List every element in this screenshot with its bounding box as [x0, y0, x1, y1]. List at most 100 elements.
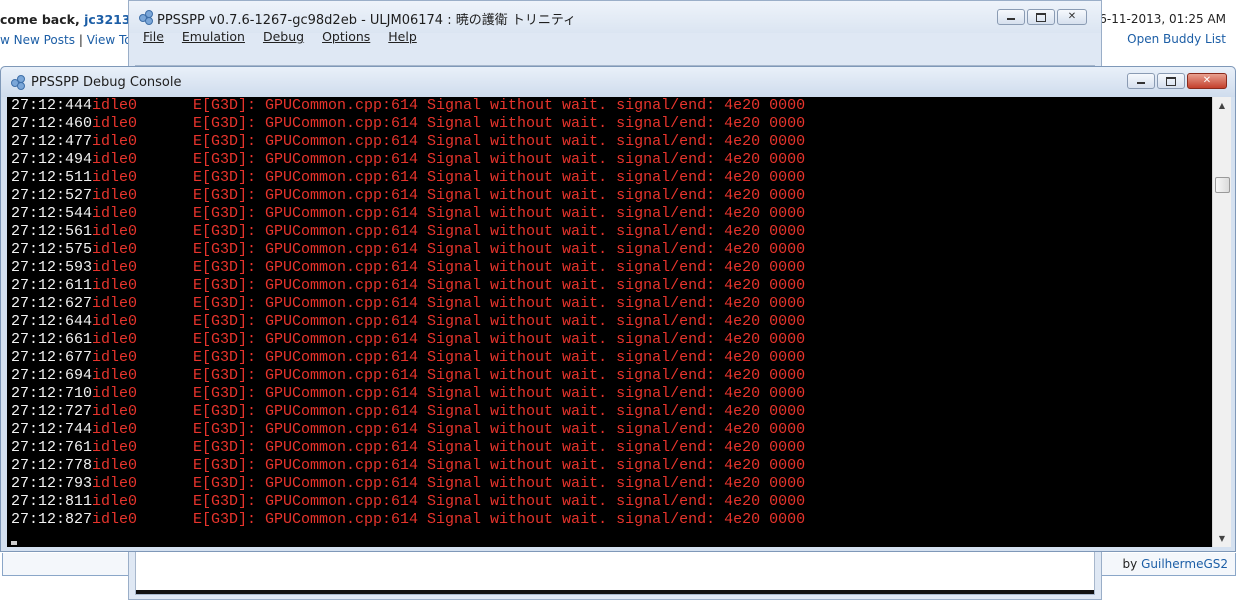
log-line: 27:12:694 idle0 E[G3D]: GPUCommon.cpp:614 … [7, 367, 1212, 385]
debug-console-window: PPSSPP Debug Console ✕ 27:12:444 idle0 E[G… [0, 66, 1236, 552]
log-timestamp: 27:12:494 [11, 151, 93, 168]
log-thread: idle0 [92, 151, 138, 168]
log-thread: idle0 [92, 187, 138, 204]
log-line: 27:12:677 idle0 E[G3D]: GPUCommon.cpp:614 … [7, 349, 1212, 367]
menu-help[interactable]: Help [388, 29, 417, 44]
log-timestamp: 27:12:727 [11, 403, 93, 420]
display-bottom-bar [136, 590, 1094, 594]
log-message: E[G3D]: GPUCommon.cpp:614 Signal without… [193, 115, 806, 132]
console-output[interactable]: 27:12:444 idle0 E[G3D]: GPUCommon.cpp:614 … [7, 97, 1212, 547]
main-window-controls: ✕ [997, 9, 1087, 25]
log-thread: idle0 [92, 277, 138, 294]
log-message: E[G3D]: GPUCommon.cpp:614 Signal without… [193, 385, 806, 402]
log-thread: idle0 [92, 367, 138, 384]
log-message: E[G3D]: GPUCommon.cpp:614 Signal without… [193, 313, 806, 330]
console-close-button[interactable]: ✕ [1187, 73, 1227, 89]
log-timestamp: 27:12:611 [11, 277, 93, 294]
log-message: E[G3D]: GPUCommon.cpp:614 Signal without… [193, 403, 806, 420]
log-message: E[G3D]: GPUCommon.cpp:614 Signal without… [193, 151, 806, 168]
open-buddy-list-link[interactable]: Open Buddy List [1099, 32, 1226, 46]
log-line: 27:12:511 idle0 E[G3D]: GPUCommon.cpp:614 … [7, 169, 1212, 187]
log-thread: idle0 [92, 475, 138, 492]
log-message: E[G3D]: GPUCommon.cpp:614 Signal without… [193, 295, 806, 312]
forum-links: w New Posts | View Tod [0, 33, 140, 47]
log-message: E[G3D]: GPUCommon.cpp:614 Signal without… [193, 277, 806, 294]
log-thread: idle0 [92, 205, 138, 222]
log-timestamp: 27:12:561 [11, 223, 93, 240]
log-thread: idle0 [92, 349, 138, 366]
log-line: 27:12:575 idle0 E[G3D]: GPUCommon.cpp:614 … [7, 241, 1212, 259]
author-link[interactable]: GuilhermeGS2 [1141, 557, 1228, 571]
log-thread: idle0 [92, 385, 138, 402]
log-line: 27:12:611 idle0 E[G3D]: GPUCommon.cpp:614 … [7, 277, 1212, 295]
minimize-button[interactable] [997, 9, 1025, 25]
log-timestamp: 27:12:761 [11, 439, 93, 456]
main-window-title: PPSSPP v0.7.6-1267-gc98d2eb - ULJM06174 … [157, 13, 577, 28]
scroll-thumb[interactable] [1215, 177, 1230, 193]
menu-debug[interactable]: Debug [263, 29, 304, 44]
console-window-title: PPSSPP Debug Console [31, 75, 182, 90]
menu-options[interactable]: Options [322, 29, 370, 44]
log-timestamp: 27:12:477 [11, 133, 93, 150]
log-line: 27:12:744 idle0 E[G3D]: GPUCommon.cpp:614 … [7, 421, 1212, 439]
new-posts-link[interactable]: w New Posts [0, 33, 75, 47]
log-line: 27:12:793 idle0 E[G3D]: GPUCommon.cpp:614 … [7, 475, 1212, 493]
log-timestamp: 27:12:778 [11, 457, 93, 474]
log-message: E[G3D]: GPUCommon.cpp:614 Signal without… [193, 331, 806, 348]
log-thread: idle0 [92, 493, 138, 510]
scroll-up-arrow-icon[interactable]: ▲ [1213, 97, 1231, 114]
log-thread: idle0 [92, 439, 138, 456]
console-cursor [11, 541, 17, 545]
log-timestamp: 27:12:661 [11, 331, 93, 348]
console-maximize-button[interactable] [1157, 73, 1185, 89]
log-line: 27:12:710 idle0 E[G3D]: GPUCommon.cpp:614 … [7, 385, 1212, 403]
log-timestamp: 27:12:677 [11, 349, 93, 366]
close-button[interactable]: ✕ [1057, 9, 1087, 25]
forum-by-line: by GuilhermeGS2 [1122, 557, 1228, 571]
console-scrollbar[interactable]: ▲ ▼ [1212, 97, 1231, 547]
log-timestamp: 27:12:694 [11, 367, 93, 384]
log-timestamp: 27:12:827 [11, 511, 93, 528]
log-thread: idle0 [92, 313, 138, 330]
log-message: E[G3D]: GPUCommon.cpp:614 Signal without… [193, 493, 806, 510]
minimize-icon [1137, 82, 1145, 84]
log-line: 27:12:627 idle0 E[G3D]: GPUCommon.cpp:614 … [7, 295, 1212, 313]
log-line: 27:12:761 idle0 E[G3D]: GPUCommon.cpp:614 … [7, 439, 1212, 457]
log-thread: idle0 [92, 259, 138, 276]
ppsspp-icon [11, 75, 25, 90]
maximize-button[interactable] [1027, 9, 1055, 25]
log-timestamp: 27:12:544 [11, 205, 93, 222]
close-icon: ✕ [1067, 11, 1077, 22]
log-timestamp: 27:12:744 [11, 421, 93, 438]
log-lines: 27:12:444 idle0 E[G3D]: GPUCommon.cpp:614 … [7, 97, 1212, 529]
menu-file[interactable]: File [143, 29, 164, 44]
menu-emulation[interactable]: Emulation [182, 29, 245, 44]
log-thread: idle0 [92, 457, 138, 474]
log-message: E[G3D]: GPUCommon.cpp:614 Signal without… [193, 241, 806, 258]
welcome-text: come back, jc3213. [0, 12, 136, 27]
log-line: 27:12:811 idle0 E[G3D]: GPUCommon.cpp:614 … [7, 493, 1212, 511]
log-message: E[G3D]: GPUCommon.cpp:614 Signal without… [193, 223, 806, 240]
log-message: E[G3D]: GPUCommon.cpp:614 Signal without… [193, 187, 806, 204]
log-line: 27:12:593 idle0 E[G3D]: GPUCommon.cpp:614 … [7, 259, 1212, 277]
log-thread: idle0 [92, 421, 138, 438]
log-message: E[G3D]: GPUCommon.cpp:614 Signal without… [193, 349, 806, 366]
log-line: 27:12:778 idle0 E[G3D]: GPUCommon.cpp:614 … [7, 457, 1212, 475]
forum-datetime: 6-11-2013, 01:25 AM [1099, 12, 1226, 26]
log-message: E[G3D]: GPUCommon.cpp:614 Signal without… [193, 475, 806, 492]
console-minimize-button[interactable] [1127, 73, 1155, 89]
console-titlebar[interactable]: PPSSPP Debug Console ✕ [1, 67, 1235, 97]
menu-bar: File Emulation Debug Options Help [129, 29, 1101, 49]
log-line: 27:12:561 idle0 E[G3D]: GPUCommon.cpp:614 … [7, 223, 1212, 241]
log-line: 27:12:444 idle0 E[G3D]: GPUCommon.cpp:614 … [7, 97, 1212, 115]
log-thread: idle0 [92, 331, 138, 348]
maximize-icon [1036, 13, 1046, 22]
console-window-controls: ✕ [1127, 73, 1227, 89]
log-thread: idle0 [92, 169, 138, 186]
log-message: E[G3D]: GPUCommon.cpp:614 Signal without… [193, 259, 806, 276]
log-thread: idle0 [92, 295, 138, 312]
scroll-down-arrow-icon[interactable]: ▼ [1213, 530, 1231, 547]
log-thread: idle0 [92, 133, 138, 150]
log-thread: idle0 [92, 241, 138, 258]
log-timestamp: 27:12:593 [11, 259, 93, 276]
